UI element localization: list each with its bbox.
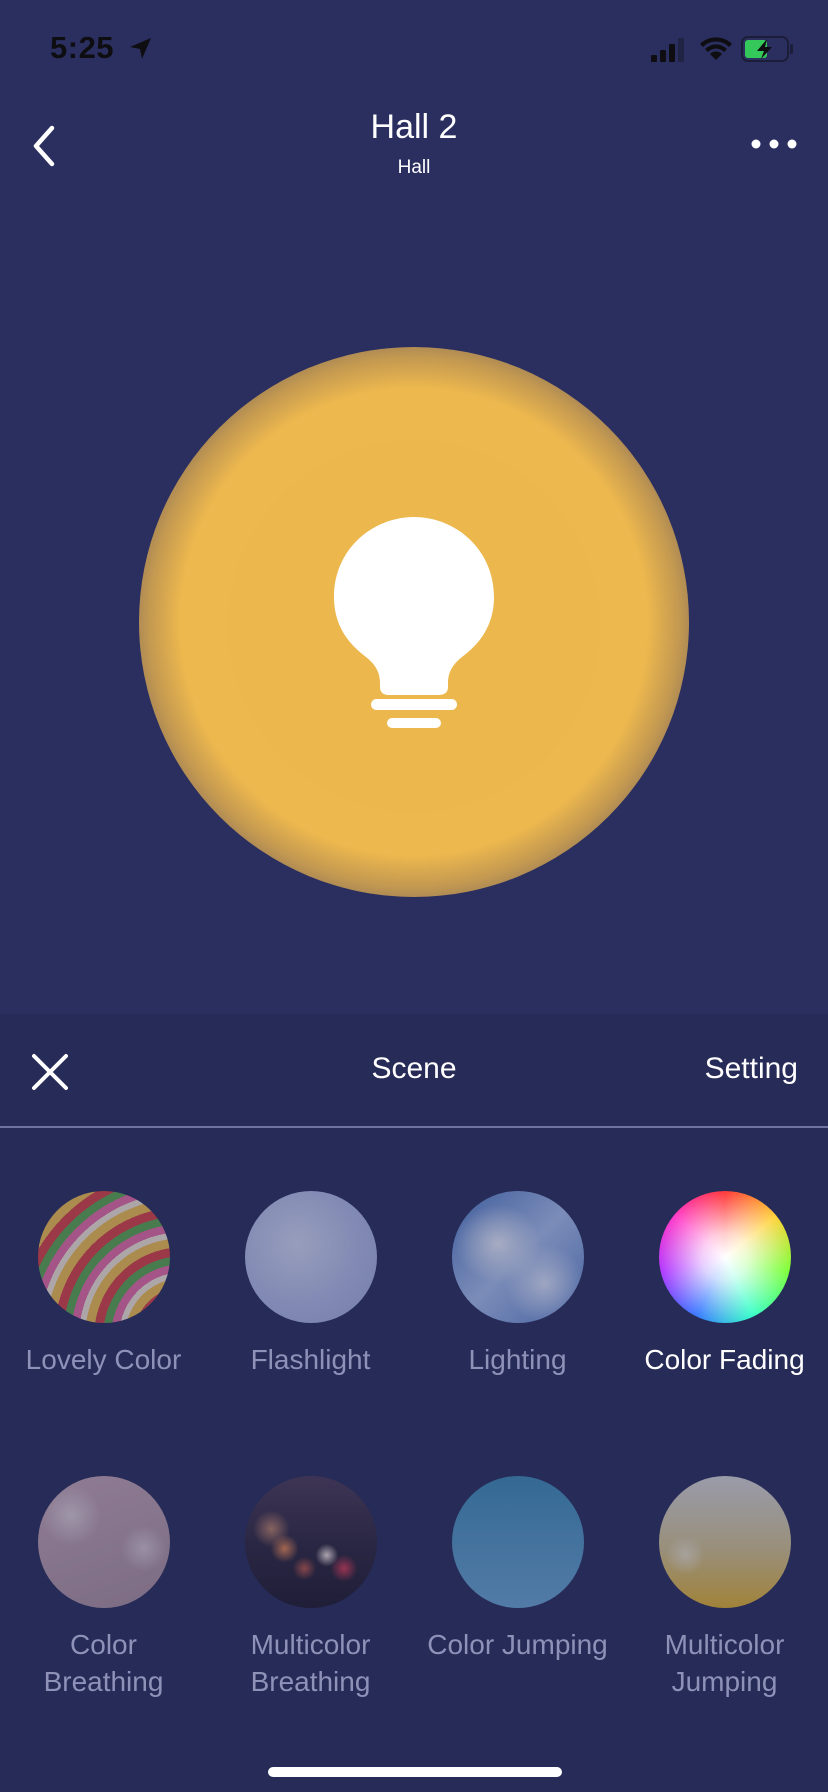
status-time: 5:25 bbox=[50, 30, 115, 65]
close-icon[interactable] bbox=[28, 1050, 72, 1094]
scene-label-line: Color Breathing bbox=[43, 1629, 164, 1697]
device-title: Hall 2 bbox=[370, 108, 458, 146]
panel-header: Scene Setting bbox=[0, 1014, 828, 1128]
scene-label: Color Breathing bbox=[0, 1626, 217, 1700]
light-bulb-icon bbox=[334, 517, 494, 728]
scene-color-fading[interactable]: Color Fading bbox=[621, 1191, 828, 1431]
home-indicator bbox=[268, 1767, 562, 1777]
scene-color-breathing[interactable]: Color Breathing bbox=[0, 1476, 207, 1716]
scene-lighting[interactable]: Lighting bbox=[414, 1191, 621, 1431]
wifi-icon bbox=[700, 37, 732, 60]
scene-multicolor-jumping[interactable]: Multicolor Jumping bbox=[621, 1476, 828, 1716]
scene-label: Color Jumping bbox=[427, 1629, 608, 1660]
location-arrow-icon bbox=[130, 38, 151, 59]
cellular-signal-icon bbox=[651, 38, 684, 62]
scene-label: Multicolor Breathing bbox=[197, 1626, 424, 1700]
tab-setting[interactable]: Setting bbox=[705, 1052, 798, 1086]
status-bar: 5:25 bbox=[0, 0, 828, 100]
scene-label-line: Multicolor Breathing bbox=[250, 1629, 371, 1697]
lovely-color-thumbnail bbox=[38, 1191, 170, 1323]
multicolor-breathing-thumbnail bbox=[245, 1476, 377, 1608]
scene-label: Color Fading bbox=[644, 1344, 805, 1375]
battery-charging-icon bbox=[741, 36, 793, 62]
more-options-icon[interactable] bbox=[744, 124, 804, 164]
scene-label: Flashlight bbox=[250, 1344, 371, 1375]
scene-label-line: Multicolor Jumping bbox=[664, 1629, 785, 1697]
color-jumping-thumbnail bbox=[452, 1476, 584, 1608]
tab-scene[interactable]: Scene bbox=[314, 1052, 514, 1086]
color-breathing-thumbnail bbox=[38, 1476, 170, 1608]
color-fading-thumbnail bbox=[659, 1191, 791, 1323]
flashlight-thumbnail bbox=[245, 1191, 377, 1323]
room-subtitle: Hall bbox=[397, 157, 431, 178]
scene-flashlight[interactable]: Flashlight bbox=[207, 1191, 414, 1431]
lighting-thumbnail bbox=[452, 1191, 584, 1323]
back-chevron-icon[interactable] bbox=[24, 118, 68, 174]
scene-label: Lighting bbox=[468, 1344, 567, 1375]
scene-color-jumping[interactable]: Color Jumping bbox=[414, 1476, 621, 1716]
scene-panel: Scene Setting Lovely Color Flashlight Li… bbox=[0, 1014, 828, 1792]
scene-lovely-color[interactable]: Lovely Color bbox=[0, 1191, 207, 1431]
multicolor-jumping-thumbnail bbox=[659, 1476, 791, 1608]
light-control-screen: 5:25 Hall 2 Hall Scene Setting Lovely Co… bbox=[0, 0, 828, 1792]
scene-label: Multicolor Jumping bbox=[611, 1626, 828, 1700]
scene-multicolor-breathing[interactable]: Multicolor Breathing bbox=[207, 1476, 414, 1716]
scene-label: Lovely Color bbox=[25, 1344, 182, 1375]
